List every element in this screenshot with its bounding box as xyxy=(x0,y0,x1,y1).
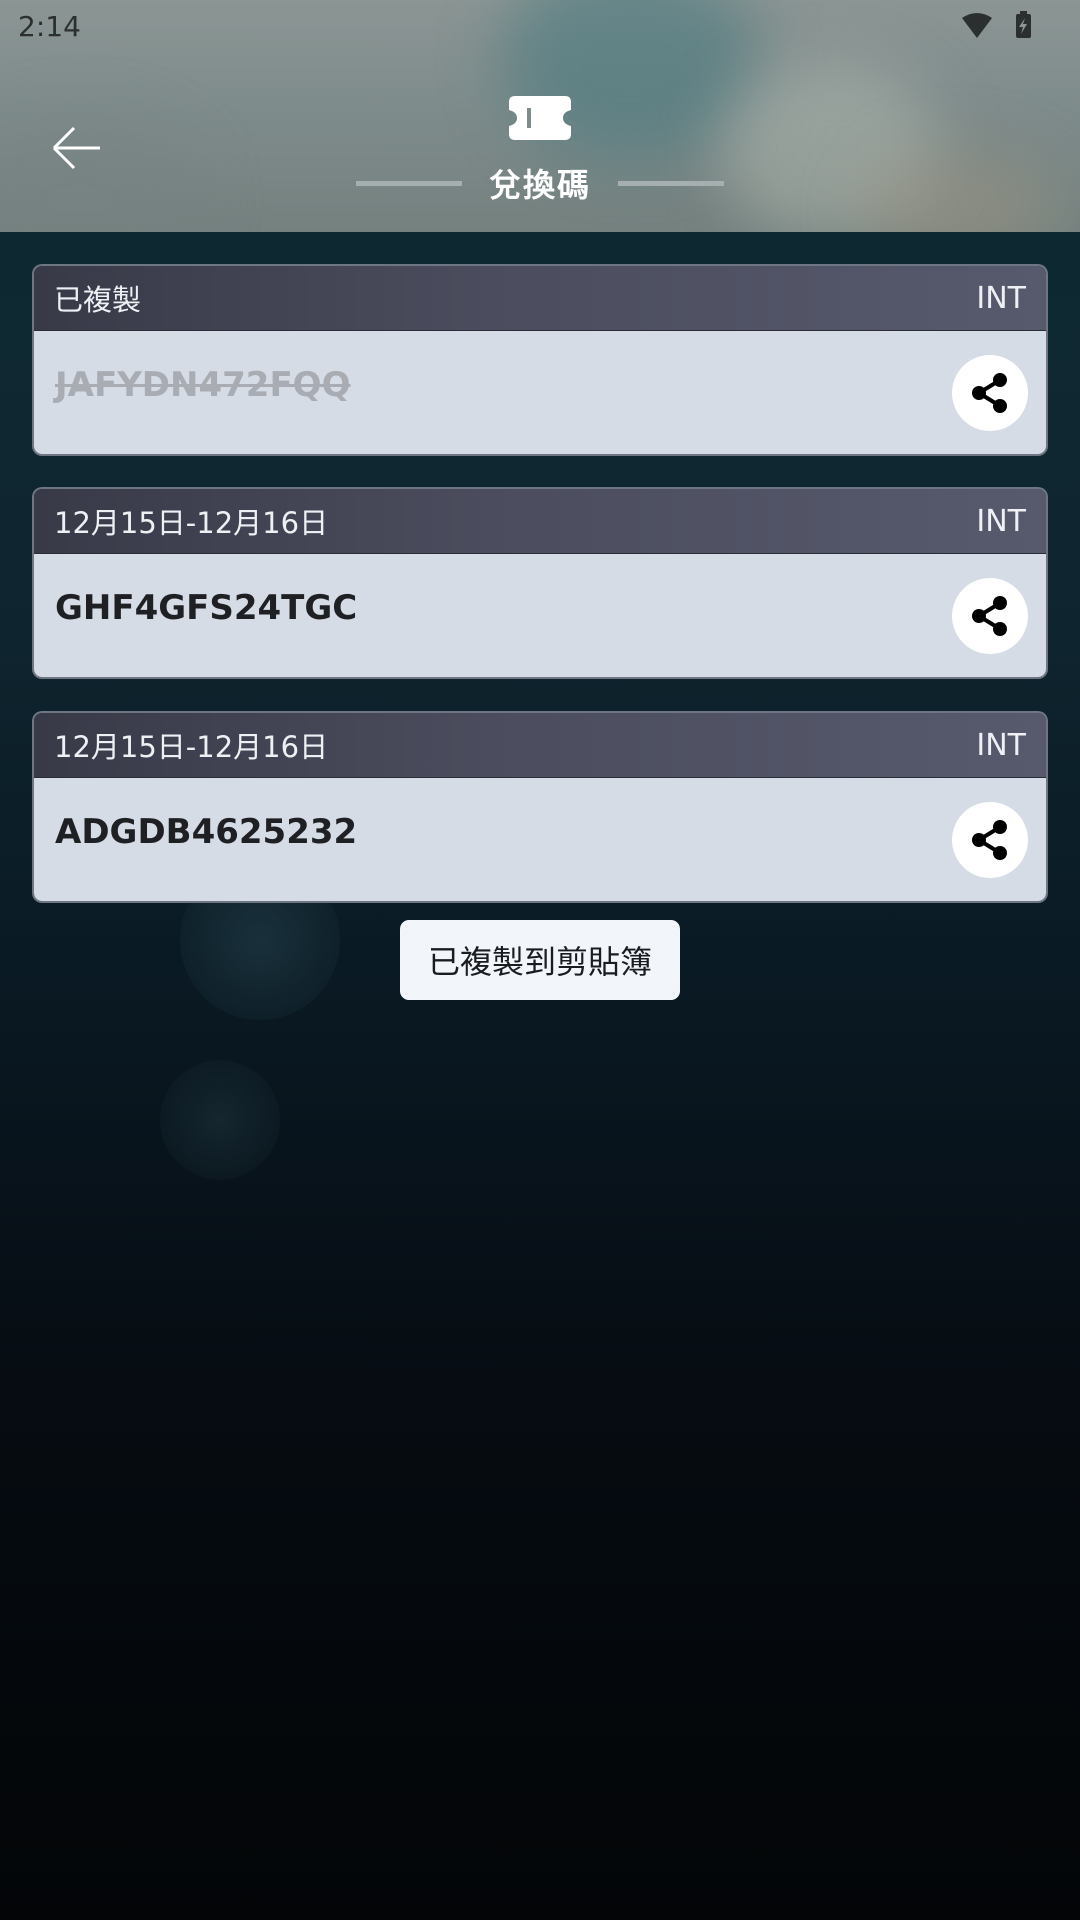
redeem-code-card[interactable]: 12月15日-12月16日 INT ADGDB4625232 xyxy=(34,713,1046,901)
region-label: INT xyxy=(976,727,1026,763)
status-icons xyxy=(960,10,1040,42)
code-validity-label: 12月15日-12月16日 xyxy=(54,730,329,764)
card-header: 12月15日-12月16日 INT xyxy=(34,713,1046,778)
app-header: 2:14 兌換碼 xyxy=(0,0,1080,232)
share-button[interactable] xyxy=(952,578,1028,654)
back-button[interactable] xyxy=(48,118,108,178)
background-glow xyxy=(160,1060,280,1180)
redeem-code-text[interactable]: JAFYDN472FQQ xyxy=(55,365,351,405)
redeem-code-card[interactable]: 12月15日-12月16日 INT GHF4GFS24TGC xyxy=(34,489,1046,677)
card-body: JAFYDN472FQQ xyxy=(34,331,1046,454)
code-status-label: 已複製 xyxy=(54,283,142,317)
status-time: 2:14 xyxy=(18,10,81,43)
card-header: 12月15日-12月16日 INT xyxy=(34,489,1046,554)
back-arrow-icon xyxy=(52,126,100,170)
card-body: GHF4GFS24TGC xyxy=(34,554,1046,677)
redeem-code-card[interactable]: 已複製 INT JAFYDN472FQQ xyxy=(34,266,1046,454)
ticket-icon xyxy=(509,96,571,140)
region-label: INT xyxy=(976,503,1026,539)
wifi-icon xyxy=(962,11,1031,38)
region-label: INT xyxy=(976,280,1026,316)
share-icon xyxy=(972,820,1007,860)
page-title: 兌換碼 xyxy=(488,166,591,204)
card-body: ADGDB4625232 xyxy=(34,778,1046,901)
share-icon xyxy=(972,596,1007,636)
share-button[interactable] xyxy=(952,355,1028,431)
share-icon xyxy=(972,373,1007,413)
redeem-code-text[interactable]: GHF4GFS24TGC xyxy=(55,588,357,628)
share-button[interactable] xyxy=(952,802,1028,878)
copied-toast: 已複製到剪貼簿 xyxy=(400,920,680,1000)
redeem-code-text[interactable]: ADGDB4625232 xyxy=(55,812,357,852)
card-header: 已複製 INT xyxy=(34,266,1046,331)
code-validity-label: 12月15日-12月16日 xyxy=(54,506,329,540)
